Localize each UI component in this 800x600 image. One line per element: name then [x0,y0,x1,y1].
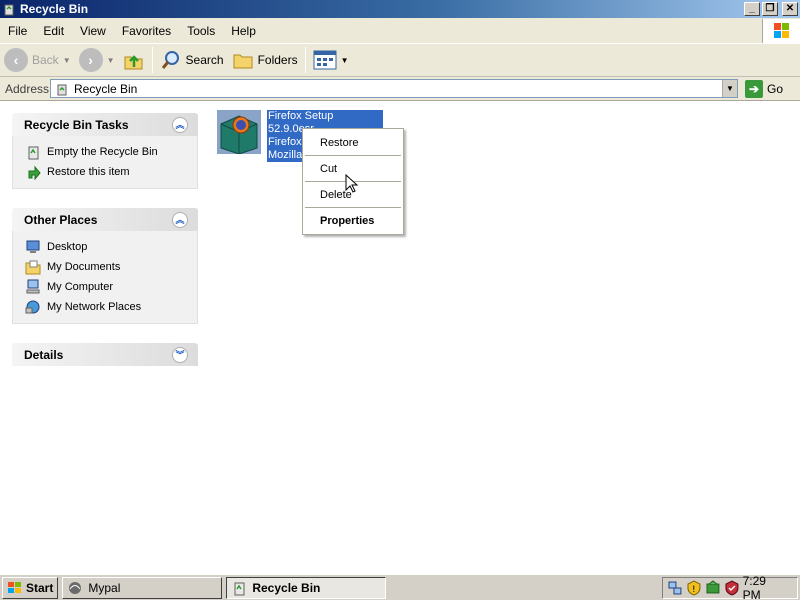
toolbar-separator [304,47,306,73]
back-button[interactable]: ‹ Back ▼ [0,46,75,74]
context-restore[interactable]: Restore [303,131,403,154]
menu-tools[interactable]: Tools [179,24,223,38]
content-area: Recycle Bin Tasks ︽ Empty the Recycle Bi… [0,102,800,572]
panel-header[interactable]: Details ︾ [12,343,198,366]
back-label: Back [32,53,59,67]
mypal-icon [69,581,82,594]
menu-separator [305,207,401,208]
panel-title: Details [24,347,64,362]
panel-title: Other Places [24,212,98,227]
window-title: Recycle Bin [20,2,89,16]
update-tray-icon[interactable] [705,580,721,596]
folders-label: Folders [257,53,298,67]
expand-icon[interactable]: ︾ [172,346,188,363]
go-button[interactable]: ➔ Go [745,79,783,98]
recycle-bin-icon [234,582,245,595]
forward-button[interactable]: › ▼ [75,46,119,74]
desktop-link[interactable]: Desktop [25,237,185,257]
panel-header[interactable]: Other Places ︽ [12,208,198,231]
installer-package-icon [217,110,261,154]
address-label: Address [5,81,50,96]
windows-logo-icon [762,19,800,43]
collapse-icon[interactable]: ︽ [172,211,188,228]
search-button[interactable]: Search [156,46,228,74]
menu-bar: File Edit View Favorites Tools Help [0,18,800,44]
minimize-button[interactable]: _ [744,2,760,16]
restore-button[interactable]: ❐ [762,2,778,16]
start-button[interactable]: Start [2,576,59,599]
taskbar-button-mypal[interactable]: Mypal [62,576,223,599]
folders-button[interactable]: Folders [228,46,302,74]
panel-title: Recycle Bin Tasks [24,117,129,132]
menu-help[interactable]: Help [223,24,264,38]
windows-logo-icon [8,581,21,593]
other-places-panel: Other Places ︽ Desktop My Documents My C… [12,208,198,324]
my-computer-link[interactable]: My Computer [25,277,185,297]
details-panel: Details ︾ [12,343,198,366]
chevron-down-icon: ▼ [106,55,115,65]
my-documents-link[interactable]: My Documents [25,257,185,277]
restore-item-link[interactable]: Restore this item [25,162,185,182]
menu-favorites[interactable]: Favorites [114,24,179,38]
svg-text:!: ! [692,585,696,595]
search-label: Search [185,53,224,67]
close-button[interactable]: ✕ [782,2,798,16]
views-button[interactable]: ▼ [309,46,353,74]
network-places-icon [25,300,40,314]
menu-view[interactable]: View [72,24,114,38]
go-arrow-icon: ➔ [745,79,763,98]
taskbar-button-recycle-bin[interactable]: Recycle Bin [226,576,387,599]
up-folder-button[interactable] [119,46,149,74]
address-input[interactable]: Recycle Bin ▼ [50,79,738,98]
forward-arrow-icon: › [78,48,103,72]
address-dropdown-button[interactable]: ▼ [722,80,737,97]
title-bar: Recycle Bin _ ❐ ✕ [0,0,800,18]
address-bar: Address Recycle Bin ▼ ➔ Go [0,77,800,101]
recycle-bin-icon [4,4,14,16]
views-icon [313,50,337,70]
toolbar-separator [151,47,153,73]
chevron-down-icon: ▼ [62,55,71,65]
clock: 7:29 PM [742,574,766,600]
collapse-icon[interactable]: ︽ [172,116,188,133]
menu-separator [305,155,401,156]
system-tray: ! 7:29 PM [662,574,798,600]
panel-header[interactable]: Recycle Bin Tasks ︽ [12,113,198,136]
antivirus-shield-icon[interactable] [724,580,740,596]
start-label: Start [26,580,54,595]
toolbar: ‹ Back ▼ › ▼ Search Folders ▼ [0,44,800,77]
search-icon [161,51,179,69]
context-properties[interactable]: Properties [303,209,403,232]
restore-icon [28,165,41,180]
chevron-down-icon: ▼ [340,55,349,65]
my-documents-icon [25,260,41,275]
my-network-places-link[interactable]: My Network Places [25,297,185,317]
desktop-icon [26,240,40,253]
back-arrow-icon: ‹ [4,48,28,72]
mouse-cursor-icon [345,174,359,193]
go-label: Go [767,81,784,96]
taskbar: Start Mypal Recycle Bin ! 7:29 PM [0,574,800,600]
security-shield-icon[interactable]: ! [686,580,702,596]
network-tray-icon[interactable] [667,580,683,596]
folders-icon [233,54,253,69]
my-computer-icon [26,279,40,294]
empty-recycle-bin-link[interactable]: Empty the Recycle Bin [25,142,185,162]
address-value: Recycle Bin [74,81,138,96]
recycle-bin-icon [28,146,39,160]
up-folder-icon [124,55,143,70]
recycle-bin-icon [57,84,67,95]
menu-file[interactable]: File [0,24,35,38]
recycle-bin-tasks-panel: Recycle Bin Tasks ︽ Empty the Recycle Bi… [12,113,198,189]
menu-edit[interactable]: Edit [35,24,72,38]
